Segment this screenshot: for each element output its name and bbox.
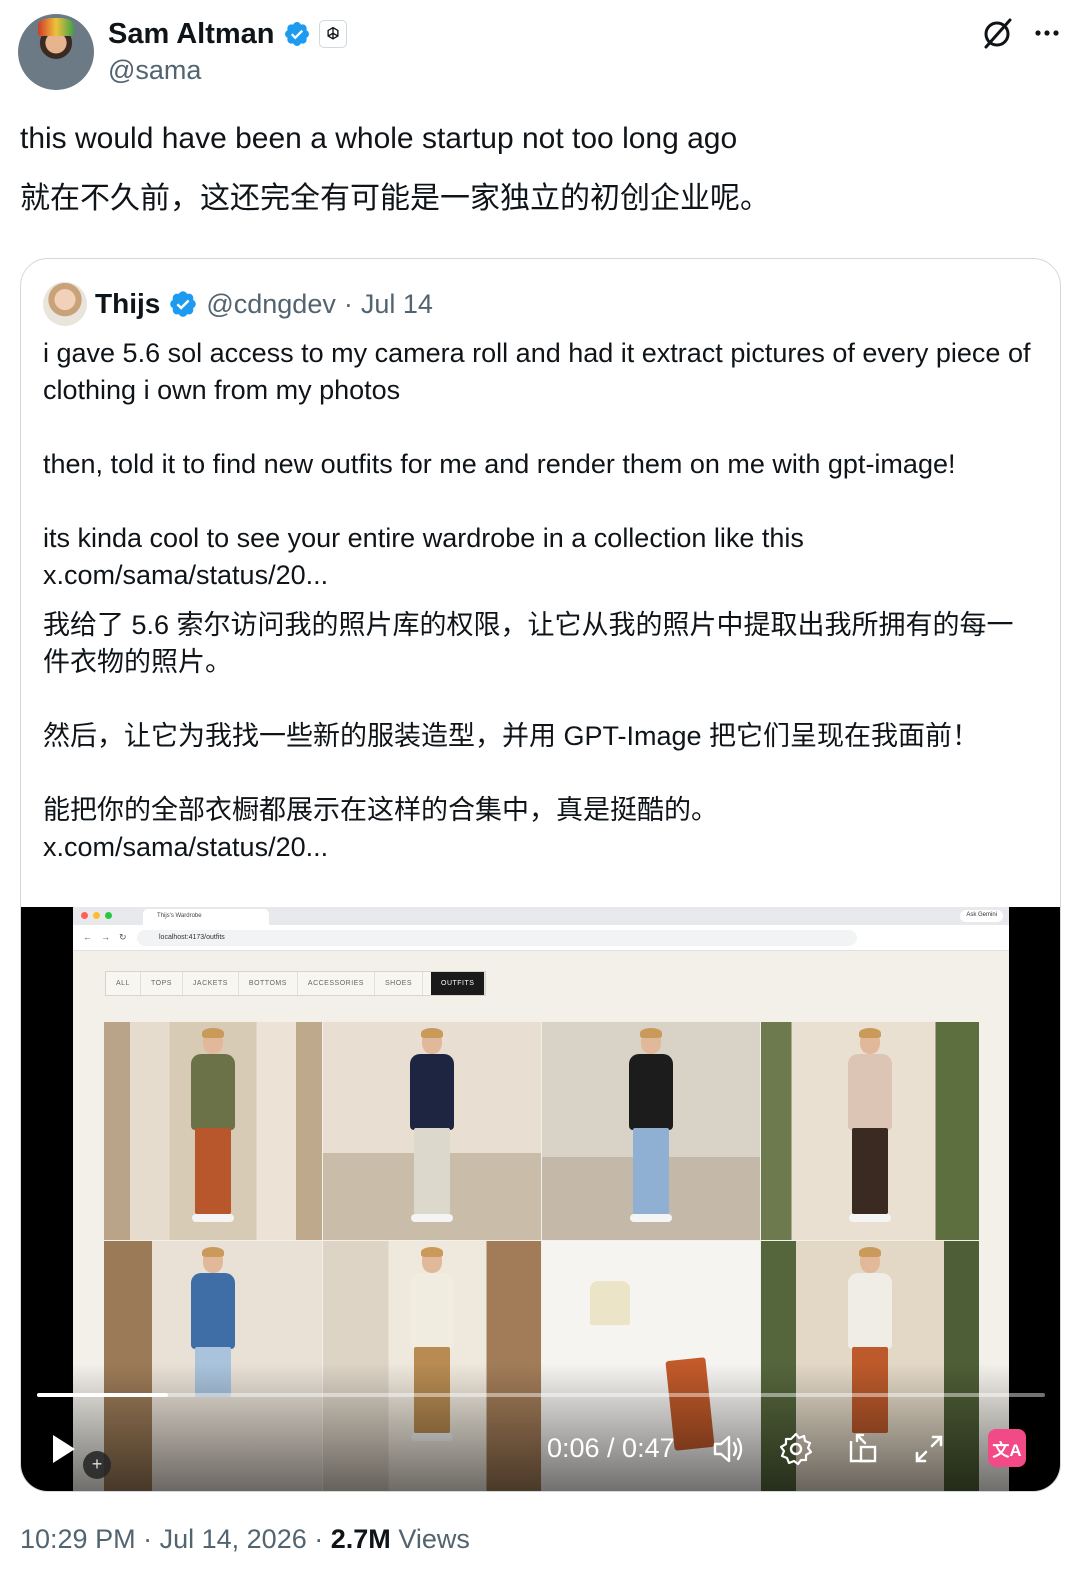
quoted-tweet-text: i gave 5.6 sol access to my camera roll … [43,338,1031,590]
reload-icon: ↻ [119,932,127,942]
video-player[interactable]: Thijs's Wardrobe Ask Gemini ← → ↻ localh… [21,907,1060,1491]
browser-tab: Thijs's Wardrobe [143,909,269,925]
filter-tab-active: OUTFITS [431,972,486,995]
meta-separator: · [314,1524,324,1554]
openai-logo-icon[interactable] [318,20,347,48]
author-display-name[interactable]: Sam Altman [108,18,275,51]
wardrobe-filter-bar: ALL TOPS JACKETS BOTTOMS ACCESSORIES SHO… [105,971,487,996]
author-handle[interactable]: @sama [108,55,201,86]
filter-tab: SHOES [375,972,423,995]
volume-icon[interactable] [711,1431,747,1467]
video-controls-overlay [21,1363,1060,1491]
verified-badge-icon [170,291,197,317]
author-avatar[interactable] [18,14,94,90]
quoted-tweet-date[interactable]: Jul 14 [361,289,433,320]
filter-tab: ALL [106,972,141,995]
play-icon[interactable] [51,1433,77,1465]
add-icon[interactable]: + [83,1451,111,1479]
outfit-card [323,1022,541,1240]
translate-icon[interactable]: 文A [988,1429,1026,1467]
quoted-tweet-translation: 我给了 5.6 索尔访问我的照片库的权限，让它从我的照片中提取出我所拥有的每一件… [43,610,1014,862]
views-label: Views [398,1524,470,1554]
quoted-tweet-header: Thijs @cdngdev · Jul 14 [43,281,433,327]
video-time: 0:06 / 0:47 [547,1433,675,1463]
tweet-text: this would have been a whole startup not… [20,122,738,155]
outfit-card [104,1022,322,1240]
filter-tab: ACCESSORIES [298,972,375,995]
tweet-footer: 10:29 PM · Jul 14, 2026 · 2.7M Views [20,1524,470,1555]
author-name-row: Sam Altman [108,16,347,52]
grok-icon[interactable] [980,16,1014,50]
fullscreen-icon[interactable] [911,1431,947,1467]
verified-badge-icon [284,22,309,46]
tweet-date[interactable]: Jul 14, 2026 [160,1524,307,1554]
ask-gemini-button: Ask Gemini [960,910,1003,922]
filter-tab: BOTTOMS [239,972,298,995]
filter-tab: TOPS [141,972,183,995]
video-progress-bar[interactable] [37,1393,1045,1397]
quoted-tweet[interactable]: Thijs @cdngdev · Jul 14 i gave 5.6 sol a… [20,258,1061,1492]
url-field: localhost:4173/outfits [137,930,857,946]
quoted-author-name[interactable]: Thijs [95,288,160,320]
picture-in-picture-icon[interactable] [845,1431,881,1467]
browser-address-bar: ← → ↻ localhost:4173/outfits [73,925,1009,951]
quoted-author-avatar[interactable] [43,282,87,326]
outfit-card [761,1022,979,1240]
settings-gear-icon[interactable] [778,1431,814,1467]
more-dots-icon[interactable] [1032,18,1062,48]
meta-separator: · [343,288,353,319]
forward-arrow-icon: → [101,932,110,942]
meta-separator: · [143,1524,153,1554]
filter-tab: JACKETS [183,972,239,995]
quoted-author-handle[interactable]: @cdngdev [206,289,336,320]
outfit-card [542,1022,760,1240]
tweet-translation: 就在不久前，这还完全有可能是一家独立的初创企业呢。 [20,182,770,215]
tweet-time[interactable]: 10:29 PM [20,1524,136,1554]
views-count: 2.7M [330,1524,391,1554]
video-progress-fill [37,1393,169,1397]
back-arrow-icon: ← [83,932,92,942]
browser-tab-bar: Thijs's Wardrobe Ask Gemini [73,907,1009,925]
